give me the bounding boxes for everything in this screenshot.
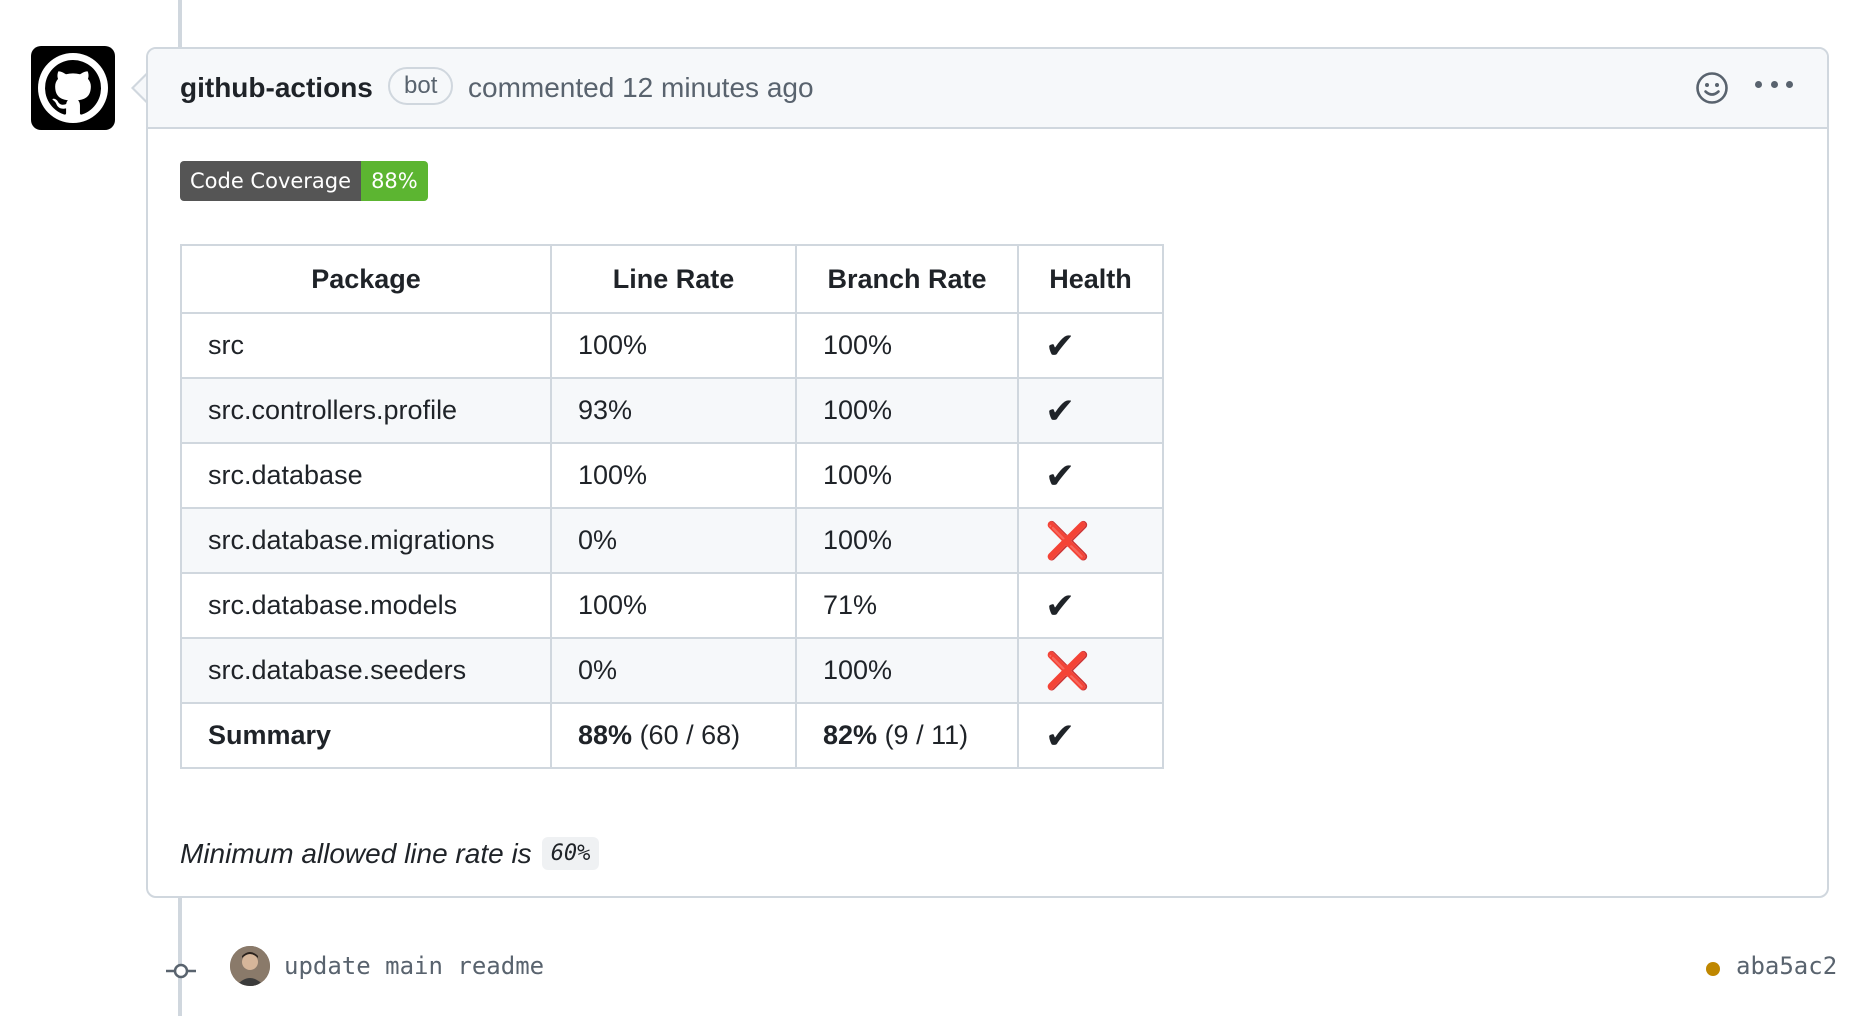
summary-branch-detail: (9 / 11) [884,720,969,750]
cell-branch-rate: 100% [795,442,1019,509]
header-branch-rate: Branch Rate [795,244,1019,314]
commit-author-avatar[interactable] [230,946,270,986]
cell-line-rate: 100% [550,572,797,639]
comment-timestamp[interactable]: commented 12 minutes ago [468,72,814,104]
cross-icon: ❌ [1017,507,1164,574]
cell-package: src.controllers.profile [180,377,552,444]
check-icon: ✔ [1017,312,1164,379]
summary-line-detail: (60 / 68) [639,720,741,750]
header-line-rate: Line Rate [550,244,797,314]
note-threshold-code: 60% [541,837,600,870]
summary-line-pct: 88% [578,720,633,750]
cell-branch-rate: 100% [795,637,1019,704]
code-coverage-badge: Code Coverage 88% [180,161,428,201]
summary-branch-pct: 82% [823,720,878,750]
summary-label: Summary [180,702,552,769]
summary-branch-rate: 82% (9 / 11) [795,702,1019,769]
check-icon: ✔ [1017,572,1164,639]
comment-box: github-actions bot commented 12 minutes … [146,47,1829,898]
cell-branch-rate: 71% [795,572,1019,639]
comment-header: github-actions bot commented 12 minutes … [148,49,1827,129]
cell-line-rate: 93% [550,377,797,444]
github-mark-icon [38,53,108,123]
table-header-row: Package Line Rate Branch Rate Health [180,244,1164,314]
table-row: src.controllers.profile 93% 100% ✔ [180,377,1164,444]
cell-package: src.database [180,442,552,509]
cell-line-rate: 0% [550,637,797,704]
commit-sha-link[interactable]: aba5ac2 [1736,952,1837,980]
commit-message-link[interactable]: update main readme [284,952,544,980]
table-row: src.database.models 100% 71% ✔ [180,572,1164,639]
table-row: src.database.seeders 0% 100% ❌ [180,637,1164,704]
github-actions-avatar[interactable] [31,46,115,130]
comment-author[interactable]: github-actions [180,72,373,104]
cell-package: src.database.seeders [180,637,552,704]
commit-status-dot[interactable] [1706,962,1720,976]
coverage-table: Package Line Rate Branch Rate Health src… [180,244,1164,769]
kebab-horizontal-icon[interactable] [1755,81,1793,93]
cell-line-rate: 0% [550,507,797,574]
cell-line-rate: 100% [550,442,797,509]
bot-badge: bot [388,67,454,105]
table-row: src.database.migrations 0% 100% ❌ [180,507,1164,574]
summary-row: Summary 88% (60 / 68) 82% (9 / 11) ✔ [180,702,1164,769]
check-icon: ✔ [1017,377,1164,444]
timeline-commit-item: update main readme aba5ac2 [0,940,1850,1000]
cell-branch-rate: 100% [795,377,1019,444]
minimum-line-rate-note: Minimum allowed line rate is 60% [180,837,600,870]
header-health: Health [1017,244,1164,314]
check-icon: ✔ [1017,442,1164,509]
check-icon: ✔ [1017,702,1164,769]
cell-package: src [180,312,552,379]
git-commit-icon [166,963,196,979]
smiley-icon[interactable] [1695,71,1729,105]
cell-line-rate: 100% [550,312,797,379]
note-text: Minimum allowed line rate is [180,837,532,869]
cross-icon: ❌ [1017,637,1164,704]
cell-package: src.database.models [180,572,552,639]
user-photo-icon [230,946,270,986]
badge-value: 88% [361,161,428,201]
table-row: src 100% 100% ✔ [180,312,1164,379]
table-row: src.database 100% 100% ✔ [180,442,1164,509]
header-package: Package [180,244,552,314]
cell-package: src.database.migrations [180,507,552,574]
badge-label: Code Coverage [180,161,362,201]
cell-branch-rate: 100% [795,507,1019,574]
summary-line-rate: 88% (60 / 68) [550,702,797,769]
cell-branch-rate: 100% [795,312,1019,379]
